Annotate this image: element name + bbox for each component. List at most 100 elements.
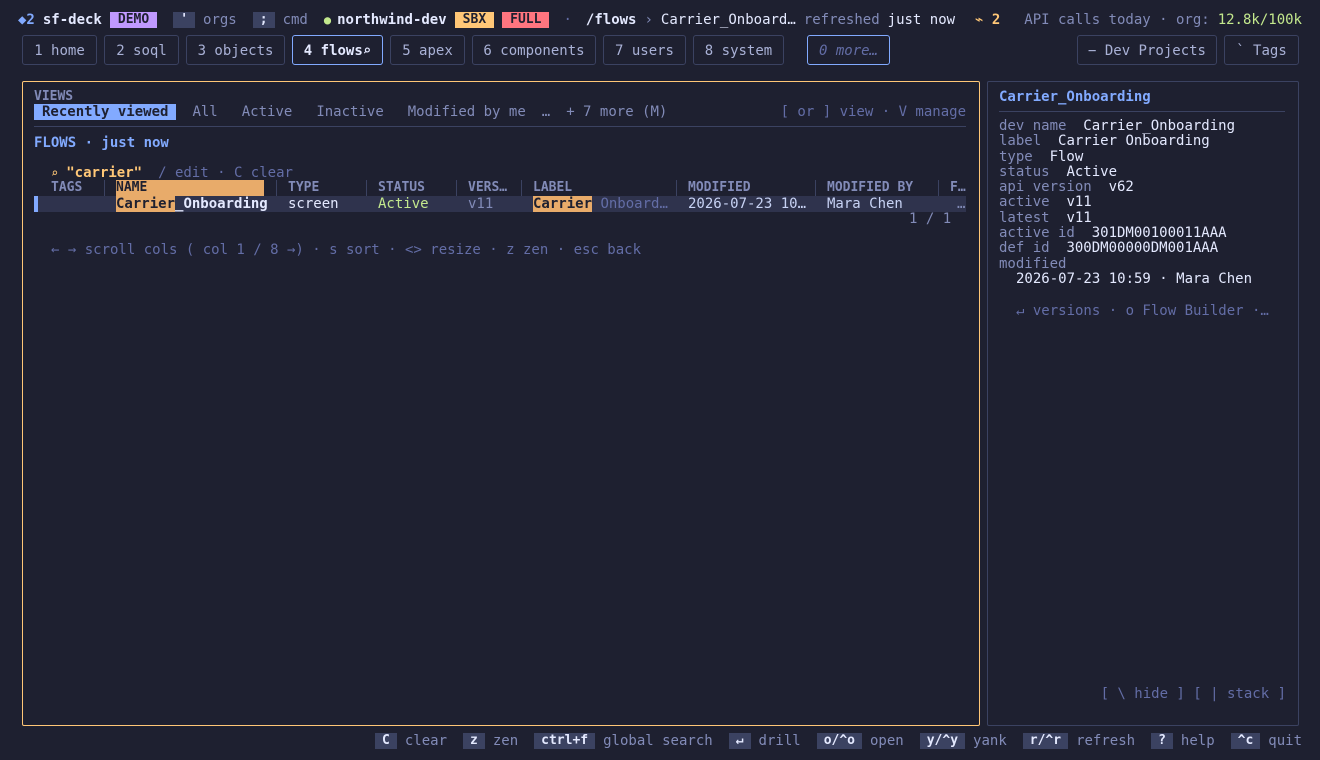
cell-status: Active xyxy=(378,196,429,212)
tab-soql[interactable]: 2 soql xyxy=(104,35,179,65)
tab-home[interactable]: 1 home xyxy=(22,35,97,65)
label-match-highlight: Carrier xyxy=(533,196,593,212)
org-status-dot-icon: ● xyxy=(323,13,332,27)
field-latest: latest v11 xyxy=(999,209,1092,226)
view-recently-viewed[interactable]: Recently viewed xyxy=(34,104,177,120)
cmd-key[interactable]: ; xyxy=(252,12,275,28)
cell-extra: … xyxy=(957,196,966,212)
field-active: active v11 xyxy=(999,194,1092,211)
field-dev-name: dev name Carrier_Onboarding xyxy=(999,118,1236,134)
field-type: type Flow xyxy=(999,148,1084,165)
column-header-label[interactable]: LABEL xyxy=(533,180,572,196)
field-modified-value: 2026-07-23 10:59 · Mara Chen xyxy=(1016,270,1253,287)
column-header-status[interactable]: STATUS xyxy=(378,180,425,196)
cell-modified-by: Mara Chen xyxy=(827,196,903,212)
column-header-modified-by[interactable]: MODIFIED BY xyxy=(827,180,913,196)
tags-button[interactable]: ` Tags xyxy=(1224,35,1299,65)
cmd-label[interactable]: cmd xyxy=(283,12,308,28)
column-header-version[interactable]: VERS… xyxy=(468,180,507,196)
cell-label: Carrier Onboard… xyxy=(533,196,668,212)
full-badge: FULL xyxy=(502,12,550,28)
route-item: Carrier_Onboard… xyxy=(660,12,796,28)
org-name[interactable]: northwind-dev xyxy=(337,12,447,28)
field-label: label Carrier Onboarding xyxy=(999,133,1210,150)
tab-components[interactable]: 6 components xyxy=(472,35,596,65)
name-rest: _Onboarding xyxy=(175,196,268,212)
dev-projects-button[interactable]: − Dev Projects xyxy=(1077,35,1217,65)
workspace-indicator: ◆2 xyxy=(18,12,35,28)
key-yank[interactable]: y/^y xyxy=(919,732,966,749)
orgs-key[interactable]: ' xyxy=(173,12,196,28)
views-divider xyxy=(34,126,966,127)
key-yank-label: yank xyxy=(973,732,1007,749)
tab-apex[interactable]: 5 apex xyxy=(390,35,465,65)
tab-system[interactable]: 8 system xyxy=(693,35,784,65)
search-icon: ⌕ xyxy=(51,166,59,180)
key-quit[interactable]: ^c xyxy=(1230,732,1261,749)
field-def-id: def id 300DM00000DM001AAA xyxy=(999,240,1219,257)
field-active-id: active id 301DM00100011AAA xyxy=(999,225,1227,242)
key-clear[interactable]: C xyxy=(375,732,397,749)
detail-divider xyxy=(999,111,1285,112)
tab-users[interactable]: 7 users xyxy=(603,35,686,65)
list-hint: ← → scroll cols ( col 1 / 8 →) · s sort … xyxy=(51,242,642,258)
key-refresh-label: refresh xyxy=(1076,732,1136,749)
key-clear-label: clear xyxy=(404,732,448,749)
detail-fields: dev name Carrier_Onboarding label Carrie… xyxy=(999,118,1253,287)
view-ellipsis: … xyxy=(541,104,551,120)
key-help[interactable]: ? xyxy=(1151,732,1173,749)
key-refresh[interactable]: r/^r xyxy=(1022,732,1069,749)
column-header-tags[interactable]: TAGS xyxy=(51,180,82,196)
alert-count: ⌁ 2 xyxy=(974,12,1001,28)
views-bar: Recently viewed All Active Inactive Modi… xyxy=(34,104,675,120)
tab-flows[interactable]: 4 flows⌕ xyxy=(292,35,383,65)
orgs-label[interactable]: orgs xyxy=(203,12,237,28)
column-header-type[interactable]: TYPE xyxy=(288,180,319,196)
list-title: FLOWS · just now xyxy=(34,135,169,151)
cell-type: screen xyxy=(288,196,339,212)
views-hint: [ or ] view · V manage xyxy=(780,104,966,120)
key-zen[interactable]: z xyxy=(463,732,485,749)
cell-name[interactable]: Carrier_Onboarding xyxy=(116,196,268,212)
field-status: status Active xyxy=(999,163,1118,180)
header-right: ⌁ 2 API calls today · org: 12.8k/100k xyxy=(975,11,1302,29)
view-all[interactable]: All xyxy=(184,104,225,120)
route-separator-icon: › xyxy=(644,12,653,28)
view-inactive[interactable]: Inactive xyxy=(308,104,391,120)
app-name: sf-deck xyxy=(42,12,102,28)
key-zen-label: zen xyxy=(492,732,519,749)
view-modified-by-me[interactable]: Modified by me xyxy=(400,104,534,120)
column-header-name[interactable]: NAME xyxy=(116,180,264,196)
key-quit-label: quit xyxy=(1268,732,1302,749)
view-more[interactable]: + 7 more (M) xyxy=(558,104,675,120)
views-title: VIEWS xyxy=(34,89,74,104)
pager: 1 / 1 xyxy=(909,211,952,227)
label-rest: Onboard… xyxy=(600,196,668,212)
api-calls-value: 12.8k/100k xyxy=(1217,12,1302,28)
filter-hint: / edit · C clear xyxy=(158,165,293,181)
header-bar: ◆2 sf-deck DEMO ' orgs ; cmd ● northwind… xyxy=(18,11,955,29)
row-cursor-indicator xyxy=(34,196,38,212)
detail-actions[interactable]: ↵ versions · o Flow Builder ·… xyxy=(1016,303,1286,319)
key-global-search[interactable]: ctrl+f xyxy=(534,732,596,749)
sbx-badge: SBX xyxy=(454,12,495,28)
name-match-highlight: Carrier xyxy=(116,196,176,212)
key-drill[interactable]: ↵ xyxy=(728,732,751,749)
refreshed-label: refreshed xyxy=(803,12,880,28)
tab-objects[interactable]: 3 objects xyxy=(186,35,285,65)
column-header-extra[interactable]: F… xyxy=(950,180,966,196)
demo-badge: DEMO xyxy=(109,12,158,28)
filter-bar: ⌕ "carrier" / edit · C clear xyxy=(51,165,293,181)
cell-modified: 2026-07-23 10… xyxy=(688,196,807,212)
column-header-modified[interactable]: MODIFIED xyxy=(688,180,751,196)
field-api-version: api version v62 xyxy=(999,179,1134,196)
cell-version: v11 xyxy=(468,196,494,212)
tab-more[interactable]: 0 more… xyxy=(807,35,890,65)
detail-footer-hint: [ \ hide ] [ | stack ] xyxy=(1100,686,1286,702)
filter-query[interactable]: "carrier" xyxy=(66,165,142,181)
key-open-label: open xyxy=(870,732,904,749)
view-active[interactable]: Active xyxy=(234,104,301,120)
key-open[interactable]: o/^o xyxy=(816,732,862,749)
api-calls-label: API calls today · org: xyxy=(1024,12,1210,28)
key-drill-label: drill xyxy=(758,732,801,749)
